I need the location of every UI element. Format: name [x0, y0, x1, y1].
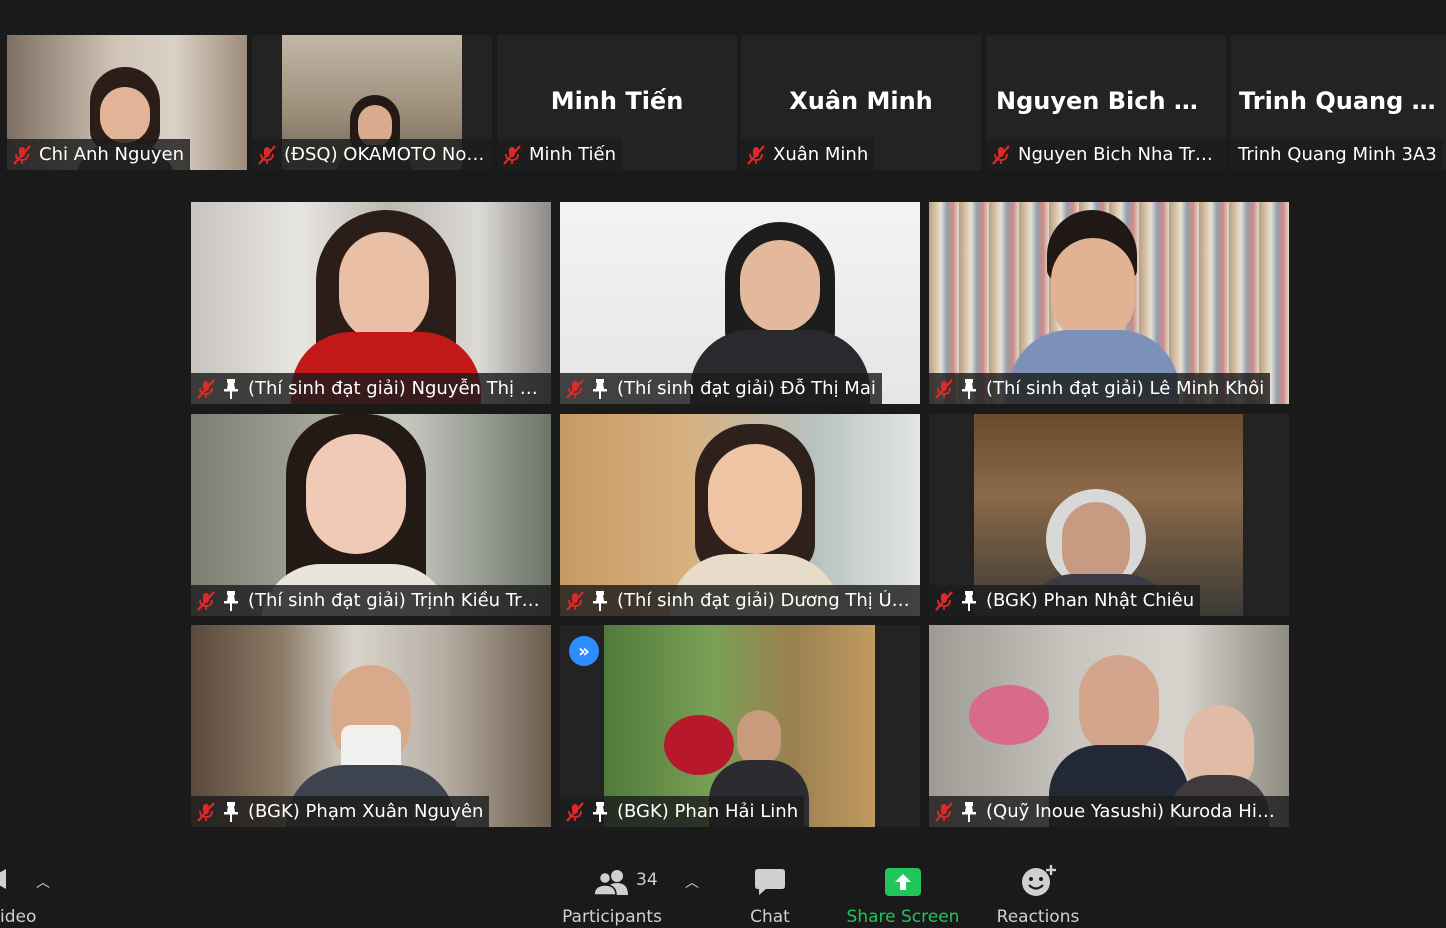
pin-icon [224, 378, 238, 399]
video-tile-nguyen-thi-hu[interactable]: (Thí sinh đạt giải) Nguyễn Thị Hu... [191, 202, 551, 404]
strip-tile-nguyen-bich[interactable]: Nguyen Bich N... Nguyen Bich Nha Truc... [986, 35, 1226, 170]
muted-mic-icon [197, 801, 215, 822]
participant-name-label: (Thí sinh đạt giải) Đỗ Thị Mai [560, 373, 882, 404]
reactions-icon [1022, 865, 1056, 896]
muted-mic-icon [935, 378, 953, 399]
video-tile-phan-nhat-chieu[interactable]: (BGK) Phan Nhật Chiêu [929, 414, 1289, 616]
participant-name-label: Minh Tiến [497, 139, 622, 170]
video-camera-icon [0, 869, 6, 889]
participant-display-name: Nguyen Bich N... [996, 87, 1222, 115]
pin-icon [962, 590, 976, 611]
muted-mic-icon [566, 801, 584, 822]
strip-tile-okamoto[interactable]: (ĐSQ) OKAMOTO Nori... [252, 35, 492, 170]
muted-mic-icon [258, 144, 276, 165]
participant-name-label: Trinh Quang Minh 3A3 [1231, 139, 1443, 170]
participant-name-label: (Thí sinh đạt giải) Lê Minh Khôi [929, 373, 1271, 404]
participant-name-label: (Thí sinh đạt giải) Trịnh Kiều Trang [191, 585, 551, 616]
video-tile-phan-hai-linh[interactable]: » (BGK) Phan Hải Linh [560, 625, 920, 827]
participant-name-label: (BGK) Phạm Xuân Nguyên [191, 796, 490, 827]
participant-name-label: (BGK) Phan Hải Linh [560, 796, 805, 827]
strip-tile-chi-anh-nguyen[interactable]: Chi Anh Nguyen [7, 35, 247, 170]
pin-icon [962, 801, 976, 822]
video-tile-pham-xuan-nguyen[interactable]: (BGK) Phạm Xuân Nguyên [191, 625, 551, 827]
pin-icon [224, 590, 238, 611]
video-tile-le-minh-khoi[interactable]: (Thí sinh đạt giải) Lê Minh Khôi [929, 202, 1289, 404]
participant-name-label: (Quỹ Inoue Yasushi) Kuroda Hide... [929, 796, 1289, 827]
participant-display-name: Xuân Minh [789, 87, 933, 115]
muted-mic-icon [566, 378, 584, 399]
share-screen-button[interactable]: Share Screen [842, 850, 964, 928]
muted-mic-icon [935, 590, 953, 611]
participant-name-label: (BGK) Phan Nhật Chiêu [929, 585, 1201, 616]
muted-mic-icon [13, 144, 31, 165]
participants-options-chevron-icon[interactable]: ︿ [685, 872, 699, 892]
video-tile-trinh-kieu-trang[interactable]: (Thí sinh đạt giải) Trịnh Kiều Trang [191, 414, 551, 616]
pin-icon [962, 378, 976, 399]
muted-mic-icon [503, 144, 521, 165]
pin-icon [593, 378, 607, 399]
meeting-toolbar: ideo ︿ 34 Participants ︿ Chat Share Scre… [0, 850, 1446, 928]
muted-mic-icon [197, 378, 215, 399]
pin-icon [593, 590, 607, 611]
pin-icon [224, 801, 238, 822]
strip-tile-xuan-minh[interactable]: Xuân Minh Xuân Minh [741, 35, 981, 170]
participant-name-label: (Thí sinh đạt giải) Dương Thị Út G... [560, 585, 920, 616]
strip-tile-minh-tien[interactable]: Minh Tiến Minh Tiến [497, 35, 737, 170]
participant-display-name: Minh Tiến [550, 87, 684, 115]
participants-button[interactable]: 34 Participants [556, 850, 668, 928]
participant-name-label: (ĐSQ) OKAMOTO Nori... [252, 139, 492, 170]
video-tile-kuroda-hide[interactable]: (Quỹ Inoue Yasushi) Kuroda Hide... [929, 625, 1289, 827]
muted-mic-icon [566, 590, 584, 611]
chat-button[interactable]: Chat [735, 850, 805, 928]
muted-mic-icon [935, 801, 953, 822]
video-tile-do-thi-mai[interactable]: (Thí sinh đạt giải) Đỗ Thị Mai [560, 202, 920, 404]
participant-name-label: Nguyen Bich Nha Truc... [986, 139, 1226, 170]
participants-icon [594, 870, 628, 896]
video-tile-duong-thi-ut[interactable]: (Thí sinh đạt giải) Dương Thị Út G... [560, 414, 920, 616]
video-options-chevron-icon[interactable]: ︿ [36, 872, 50, 892]
muted-mic-icon [197, 590, 215, 611]
strip-tile-trinh-quang[interactable]: Trinh Quang Mi... Trinh Quang Minh 3A3 [1231, 35, 1446, 170]
participant-display-name: Trinh Quang Mi... [1239, 87, 1446, 115]
muted-mic-icon [992, 144, 1010, 165]
share-screen-icon [885, 868, 921, 896]
muted-mic-icon [747, 144, 765, 165]
participant-name-label: Chi Anh Nguyen [7, 139, 190, 170]
participant-name-label: (Thí sinh đạt giải) Nguyễn Thị Hu... [191, 373, 551, 404]
chat-icon [755, 869, 785, 895]
video-button[interactable]: ideo [0, 850, 40, 928]
reactions-button[interactable]: Reactions [992, 850, 1084, 928]
participants-count: 34 [636, 870, 658, 890]
pin-icon [593, 801, 607, 822]
participant-name-label: Xuân Minh [741, 139, 875, 170]
active-speaker-icon: » [569, 636, 599, 666]
